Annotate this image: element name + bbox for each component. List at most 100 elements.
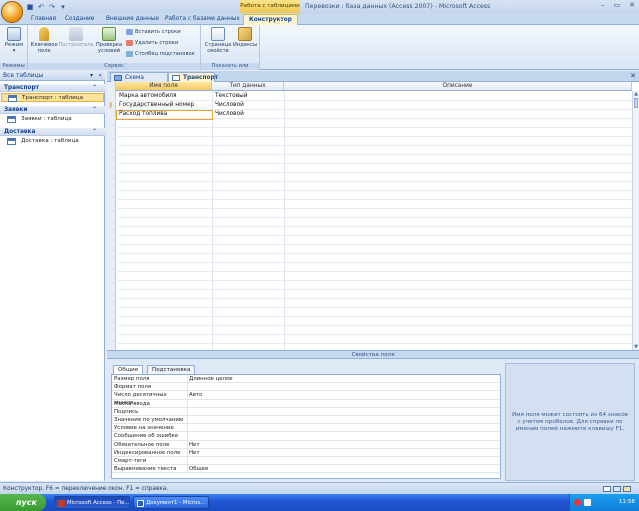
data-type-cell[interactable]: Числовой bbox=[213, 101, 244, 110]
nav-group-delivery[interactable]: Доставка ⌃ bbox=[0, 128, 105, 136]
field-properties-bar: Свойства поля bbox=[107, 350, 639, 359]
tab-database-tools[interactable]: Работа с базами данных bbox=[162, 14, 243, 25]
property-row[interactable]: Условие на значение bbox=[112, 424, 500, 433]
indexes-icon bbox=[238, 27, 252, 41]
data-type-cell[interactable]: Числовой bbox=[213, 110, 244, 119]
clock: 11:58 bbox=[618, 499, 635, 505]
relationships-icon bbox=[114, 75, 122, 81]
property-row[interactable]: Маска ввода bbox=[112, 399, 500, 408]
datasheet-view-icon[interactable] bbox=[603, 486, 611, 492]
chevron-down-icon: ▾ bbox=[12, 48, 16, 54]
tray-app-icon[interactable] bbox=[574, 499, 581, 506]
nav-header[interactable]: Все таблицы ▾ « bbox=[0, 71, 105, 81]
tab-design[interactable]: Конструктор bbox=[243, 14, 298, 25]
nav-item-requests-table[interactable]: Заявки : таблица bbox=[1, 115, 104, 124]
tab-relationships[interactable]: Схема данных bbox=[110, 72, 168, 91]
wand-icon bbox=[69, 27, 83, 41]
chevron-down-icon[interactable]: ▾ bbox=[90, 71, 93, 81]
property-row[interactable]: Значение по умолчанию bbox=[112, 416, 500, 425]
mode-button[interactable]: Режим ▾ bbox=[2, 27, 26, 54]
lookup-column-button[interactable]: Столбец подстановок bbox=[126, 50, 195, 58]
contextual-tab-group: Работа с таблицами bbox=[240, 0, 300, 13]
header-description: Описание bbox=[284, 82, 632, 91]
header-data-type: Тип данных bbox=[212, 82, 284, 91]
taskbar-item-access[interactable]: Microsoft Access - Пе... bbox=[54, 496, 130, 509]
taskbar: пуск Microsoft Access - Пе... Документ1 … bbox=[0, 494, 639, 511]
close-document-icon[interactable]: ✕ bbox=[630, 71, 636, 82]
close-button[interactable]: ✕ bbox=[629, 1, 635, 9]
vertical-scrollbar[interactable]: ▲ ▼ bbox=[632, 91, 639, 350]
group-modes: Режим ▾ Режимы bbox=[0, 25, 28, 70]
properties-table: Размер поля Длинное целое Формат поля Чис… bbox=[111, 374, 501, 479]
word-app-icon bbox=[137, 500, 144, 507]
scroll-up-icon[interactable]: ▲ bbox=[633, 91, 639, 97]
nav-group-transport[interactable]: Транспорт ⌃ bbox=[0, 84, 105, 92]
tray-network-icon[interactable] bbox=[584, 499, 591, 506]
field-name-cell[interactable]: Марка автомобиля bbox=[117, 92, 176, 101]
builder-button[interactable]: Построитель bbox=[58, 27, 94, 48]
group-service: Ключевое поле Построитель Проверка услов… bbox=[28, 25, 201, 70]
property-row[interactable]: Индексированное поле Нет bbox=[112, 448, 500, 457]
row-selector-column bbox=[107, 82, 116, 350]
status-bar: Конструктор. F6 = переключение окон. F1 … bbox=[0, 482, 639, 494]
office-button[interactable] bbox=[1, 1, 23, 23]
group-show-hide: Страница свойств Индексы Показать или ск… bbox=[201, 25, 260, 76]
property-row[interactable]: Выравнивание текста Общее bbox=[112, 465, 500, 474]
nav-item-delivery-table[interactable]: Доставка : таблица bbox=[1, 137, 104, 146]
taskbar-item-word[interactable]: Документ1 - Micros... bbox=[133, 496, 209, 509]
check-conditions-button[interactable]: Проверка условий bbox=[94, 27, 124, 54]
document-tabs: Схема данных Транспорт ✕ bbox=[107, 71, 639, 91]
navigation-pane: Все таблицы ▾ « Транспорт ⌃ Транспорт : … bbox=[0, 71, 105, 481]
table-icon bbox=[7, 138, 16, 145]
minimize-button[interactable]: – bbox=[601, 1, 605, 9]
table-icon bbox=[7, 116, 16, 123]
start-button[interactable]: пуск bbox=[0, 494, 46, 511]
tab-lookup[interactable]: Подстановка bbox=[147, 365, 196, 374]
check-icon bbox=[102, 27, 116, 41]
property-row[interactable]: Число десятичных знаков Авто bbox=[112, 391, 500, 406]
property-row[interactable]: Сообщение об ошибке bbox=[112, 432, 500, 441]
undo-icon[interactable]: ↶ bbox=[37, 3, 45, 11]
data-type-cell[interactable]: Текстовый bbox=[213, 92, 247, 101]
property-row[interactable]: Формат поля bbox=[112, 383, 500, 392]
tab-transport[interactable]: Транспорт bbox=[168, 72, 218, 82]
chevron-up-icon[interactable]: ⌃ bbox=[92, 128, 97, 136]
property-row[interactable]: Смарт-теги bbox=[112, 457, 500, 466]
table-view-icon bbox=[7, 27, 21, 41]
scroll-thumb[interactable] bbox=[634, 98, 638, 108]
property-row[interactable]: Размер поля Длинное целое bbox=[112, 375, 500, 384]
field-name-cell[interactable]: Государственный номер bbox=[117, 101, 194, 110]
field-properties-area: Общие Подстановка Размер поля Длинное цел… bbox=[107, 359, 639, 481]
quick-access-toolbar: ■ ↶ ↷ ▾ bbox=[26, 2, 67, 11]
tab-home[interactable]: Главная bbox=[28, 14, 59, 25]
property-row[interactable]: Подпись bbox=[112, 407, 500, 416]
save-icon[interactable]: ■ bbox=[26, 3, 34, 11]
ribbon-tabs: Главная Создание Внешние данные Работа с… bbox=[0, 13, 639, 25]
property-row[interactable]: Обязательное поле Нет bbox=[112, 440, 500, 449]
header-field-name: Имя поля bbox=[116, 82, 212, 91]
key-field-button[interactable]: Ключевое поле bbox=[30, 27, 58, 54]
redo-icon[interactable]: ↷ bbox=[48, 3, 56, 11]
table-icon bbox=[8, 95, 17, 102]
lookup-column-icon bbox=[126, 51, 133, 57]
table-icon bbox=[172, 75, 180, 81]
tab-create[interactable]: Создание bbox=[62, 14, 97, 25]
insert-rows-button[interactable]: Вставить строки bbox=[126, 28, 181, 36]
nav-group-requests[interactable]: Заявки ⌃ bbox=[0, 106, 105, 114]
field-name-cell[interactable]: Расход топлива bbox=[117, 110, 167, 119]
pivot-view-icon[interactable] bbox=[613, 486, 621, 492]
property-sheet-button[interactable]: Страница свойств bbox=[204, 27, 232, 54]
status-text: Конструктор. F6 = переключение окон. F1 … bbox=[3, 486, 169, 492]
collapse-pane-icon[interactable]: « bbox=[98, 71, 102, 81]
customize-qat-icon[interactable]: ▾ bbox=[59, 3, 67, 11]
chevron-up-icon[interactable]: ⌃ bbox=[92, 106, 97, 114]
delete-rows-icon bbox=[126, 40, 133, 46]
chevron-up-icon[interactable]: ⌃ bbox=[92, 84, 97, 92]
indexes-button[interactable]: Индексы bbox=[233, 27, 257, 48]
nav-item-transport-table[interactable]: Транспорт : таблица bbox=[1, 93, 104, 102]
tab-external-data[interactable]: Внешние данные bbox=[103, 14, 162, 25]
access-app-icon bbox=[58, 500, 65, 507]
maximize-button[interactable]: ▭ bbox=[614, 1, 621, 9]
design-view-icon[interactable] bbox=[623, 486, 631, 492]
delete-rows-button[interactable]: Удалить строки bbox=[126, 39, 178, 47]
